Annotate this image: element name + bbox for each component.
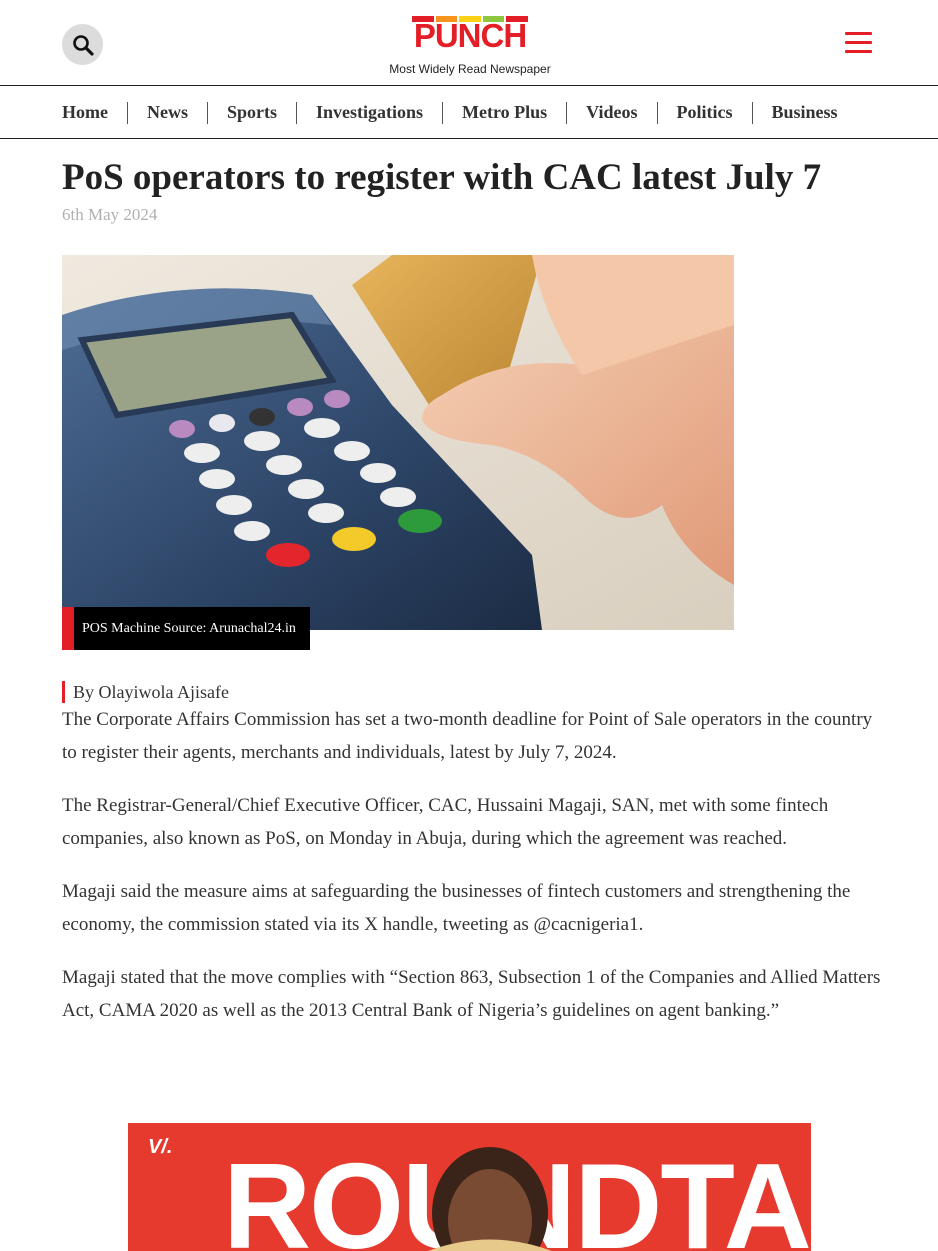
hamburger-menu-icon[interactable]: [845, 32, 872, 56]
search-icon: [72, 34, 94, 56]
nav-item-home[interactable]: Home: [62, 102, 108, 123]
nav-divider: [442, 101, 444, 124]
nav-item-investigations[interactable]: Investigations: [316, 102, 423, 123]
video-corner-logo: PUNCH: [728, 1145, 792, 1165]
nav-divider: [126, 101, 128, 124]
pos-machine-illustration: [62, 255, 734, 630]
punch-logo-mark: PUNCH: [411, 14, 529, 54]
nav-item-videos[interactable]: Videos: [586, 102, 637, 123]
nav-item-business[interactable]: Business: [772, 102, 838, 123]
video-brand-mark: V/.: [148, 1136, 172, 1158]
video-thumbnail: V/. ROUNDTABL PUNCH: [128, 1123, 811, 1251]
article-byline[interactable]: By Olayiwola Ajisafe: [62, 681, 229, 703]
article-paragraph: The Registrar-General/Chief Executive Of…: [62, 795, 829, 849]
nav-divider: [206, 101, 208, 124]
video-ad-player[interactable]: V/. ROUNDTABL PUNCH: [128, 1123, 811, 1251]
nav-item-news[interactable]: News: [147, 102, 188, 123]
site-logo[interactable]: PUNCH Most Widely Read Newspaper: [380, 14, 560, 76]
image-caption: POS Machine Source: Arunachal24.in: [62, 607, 310, 650]
search-button[interactable]: [62, 24, 103, 65]
caption-accent-bar: [62, 607, 74, 650]
logo-text: PUNCH: [413, 17, 527, 54]
nav-item-sports[interactable]: Sports: [227, 102, 277, 123]
article-title: PoS operators to register with CAC lates…: [62, 157, 822, 198]
nav-divider: [566, 101, 568, 124]
nav-item-politics[interactable]: Politics: [677, 102, 733, 123]
main-nav: Home News Sports Investigations Metro Pl…: [0, 86, 938, 139]
logo-tagline: Most Widely Read Newspaper: [389, 62, 551, 76]
nav-item-metro-plus[interactable]: Metro Plus: [462, 102, 547, 123]
article-paragraph: The Corporate Affairs Commission has set…: [62, 709, 873, 763]
article-paragraph: Magaji stated that the move complies wit…: [62, 967, 881, 1021]
article-paragraph: Magaji said the measure aims at safeguar…: [62, 881, 851, 935]
caption-text: POS Machine Source: Arunachal24.in: [74, 607, 310, 650]
site-header: PUNCH Most Widely Read Newspaper: [0, 0, 938, 86]
nav-divider: [656, 101, 658, 124]
nav-divider: [296, 101, 297, 124]
nav-divider: [751, 101, 753, 124]
article-body: The Corporate Affairs Commission has set…: [62, 703, 882, 1047]
article-hero-image: [62, 255, 734, 630]
article-date: 6th May 2024: [62, 205, 158, 224]
